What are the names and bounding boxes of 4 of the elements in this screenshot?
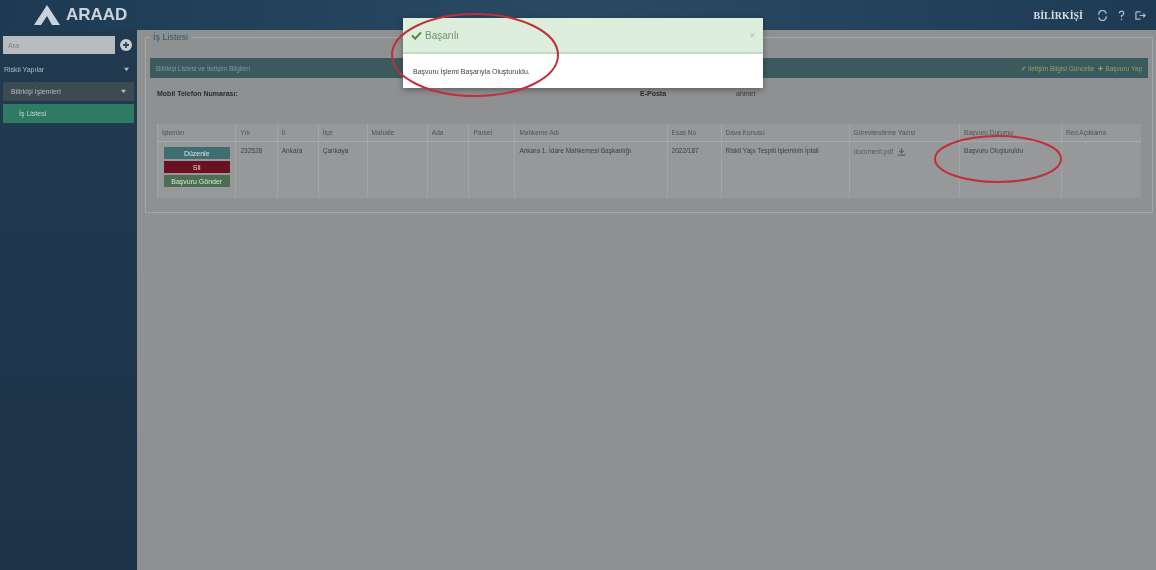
fieldset-legend: İş Listesi [150,32,191,42]
dialog-title: Başarılı [425,29,459,41]
logo-text: ARAAD [66,5,128,25]
user-name: BİLİRKİŞİ [1033,9,1083,21]
